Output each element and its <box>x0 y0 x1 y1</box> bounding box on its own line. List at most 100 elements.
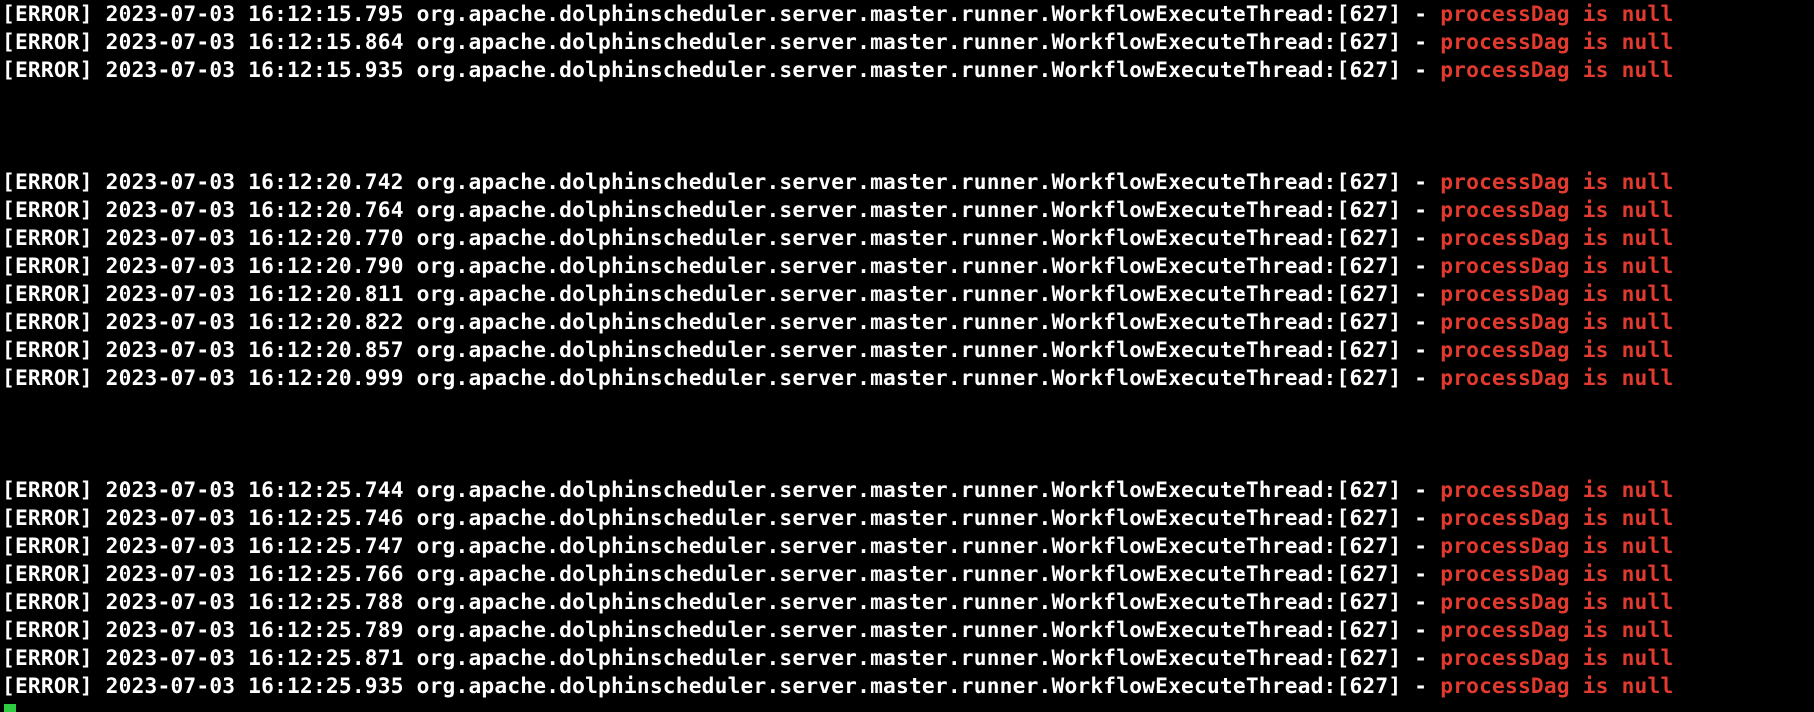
blank-gap <box>2 84 1812 168</box>
log-message: processDag is null <box>1440 505 1673 530</box>
log-timestamp: 2023-07-03 16:12:25.789 <box>106 617 404 642</box>
log-line: [ERROR] 2023-07-03 16:12:20.770 org.apac… <box>2 224 1812 252</box>
log-class: org.apache.dolphinscheduler.server.maste… <box>417 309 1402 334</box>
log-timestamp: 2023-07-03 16:12:25.746 <box>106 505 404 530</box>
log-message: processDag is null <box>1440 561 1673 586</box>
log-line: [ERROR] 2023-07-03 16:12:20.811 org.apac… <box>2 280 1812 308</box>
log-message: processDag is null <box>1440 281 1673 306</box>
log-separator: - <box>1414 225 1427 250</box>
log-line: [ERROR] 2023-07-03 16:12:15.864 org.apac… <box>2 28 1812 56</box>
log-class: org.apache.dolphinscheduler.server.maste… <box>417 57 1402 82</box>
log-message: processDag is null <box>1440 169 1673 194</box>
log-message: processDag is null <box>1440 197 1673 222</box>
log-separator: - <box>1414 561 1427 586</box>
log-level: [ERROR] <box>2 477 93 502</box>
log-class: org.apache.dolphinscheduler.server.maste… <box>417 1 1402 26</box>
log-class: org.apache.dolphinscheduler.server.maste… <box>417 225 1402 250</box>
log-timestamp: 2023-07-03 16:12:25.766 <box>106 561 404 586</box>
log-separator: - <box>1414 253 1427 278</box>
log-class: org.apache.dolphinscheduler.server.maste… <box>417 589 1402 614</box>
log-separator: - <box>1414 309 1427 334</box>
log-separator: - <box>1414 589 1427 614</box>
log-separator: - <box>1414 645 1427 670</box>
log-message: processDag is null <box>1440 337 1673 362</box>
log-class: org.apache.dolphinscheduler.server.maste… <box>417 617 1402 642</box>
log-separator: - <box>1414 29 1427 54</box>
log-level: [ERROR] <box>2 225 93 250</box>
log-level: [ERROR] <box>2 645 93 670</box>
log-timestamp: 2023-07-03 16:12:20.857 <box>106 337 404 362</box>
log-message: processDag is null <box>1440 617 1673 642</box>
log-class: org.apache.dolphinscheduler.server.maste… <box>417 505 1402 530</box>
log-line: [ERROR] 2023-07-03 16:12:25.789 org.apac… <box>2 616 1812 644</box>
log-separator: - <box>1414 673 1427 698</box>
log-level: [ERROR] <box>2 505 93 530</box>
log-message: processDag is null <box>1440 645 1673 670</box>
log-level: [ERROR] <box>2 1 93 26</box>
log-line: [ERROR] 2023-07-03 16:12:20.822 org.apac… <box>2 308 1812 336</box>
log-line: [ERROR] 2023-07-03 16:12:25.766 org.apac… <box>2 560 1812 588</box>
log-class: org.apache.dolphinscheduler.server.maste… <box>417 169 1402 194</box>
log-line: [ERROR] 2023-07-03 16:12:20.790 org.apac… <box>2 252 1812 280</box>
log-message: processDag is null <box>1440 365 1673 390</box>
log-line: [ERROR] 2023-07-03 16:12:25.747 org.apac… <box>2 532 1812 560</box>
log-line: [ERROR] 2023-07-03 16:12:20.999 org.apac… <box>2 364 1812 392</box>
log-timestamp: 2023-07-03 16:12:20.822 <box>106 309 404 334</box>
log-level: [ERROR] <box>2 589 93 614</box>
log-separator: - <box>1414 617 1427 642</box>
log-level: [ERROR] <box>2 169 93 194</box>
log-level: [ERROR] <box>2 197 93 222</box>
log-message: processDag is null <box>1440 57 1673 82</box>
log-line: [ERROR] 2023-07-03 16:12:25.935 org.apac… <box>2 672 1812 700</box>
log-message: processDag is null <box>1440 533 1673 558</box>
log-class: org.apache.dolphinscheduler.server.maste… <box>417 281 1402 306</box>
log-level: [ERROR] <box>2 337 93 362</box>
log-separator: - <box>1414 57 1427 82</box>
log-timestamp: 2023-07-03 16:12:20.790 <box>106 253 404 278</box>
log-line: [ERROR] 2023-07-03 16:12:20.764 org.apac… <box>2 196 1812 224</box>
log-line: [ERROR] 2023-07-03 16:12:25.788 org.apac… <box>2 588 1812 616</box>
log-message: processDag is null <box>1440 477 1673 502</box>
log-line: [ERROR] 2023-07-03 16:12:15.795 org.apac… <box>2 0 1812 28</box>
log-class: org.apache.dolphinscheduler.server.maste… <box>417 477 1402 502</box>
log-separator: - <box>1414 337 1427 362</box>
log-class: org.apache.dolphinscheduler.server.maste… <box>417 673 1402 698</box>
log-timestamp: 2023-07-03 16:12:20.999 <box>106 365 404 390</box>
log-timestamp: 2023-07-03 16:12:25.744 <box>106 477 404 502</box>
log-level: [ERROR] <box>2 309 93 334</box>
log-level: [ERROR] <box>2 253 93 278</box>
log-timestamp: 2023-07-03 16:12:25.788 <box>106 589 404 614</box>
log-line: [ERROR] 2023-07-03 16:12:20.742 org.apac… <box>2 168 1812 196</box>
cursor-icon <box>4 704 16 712</box>
log-separator: - <box>1414 197 1427 222</box>
log-timestamp: 2023-07-03 16:12:25.747 <box>106 533 404 558</box>
log-level: [ERROR] <box>2 673 93 698</box>
log-level: [ERROR] <box>2 533 93 558</box>
log-timestamp: 2023-07-03 16:12:15.795 <box>106 1 404 26</box>
log-separator: - <box>1414 1 1427 26</box>
log-level: [ERROR] <box>2 29 93 54</box>
log-timestamp: 2023-07-03 16:12:20.770 <box>106 225 404 250</box>
log-message: processDag is null <box>1440 673 1673 698</box>
log-timestamp: 2023-07-03 16:12:15.935 <box>106 57 404 82</box>
blank-gap <box>2 392 1812 476</box>
log-message: processDag is null <box>1440 225 1673 250</box>
log-line: [ERROR] 2023-07-03 16:12:25.744 org.apac… <box>2 476 1812 504</box>
log-timestamp: 2023-07-03 16:12:20.811 <box>106 281 404 306</box>
log-timestamp: 2023-07-03 16:12:20.742 <box>106 169 404 194</box>
log-class: org.apache.dolphinscheduler.server.maste… <box>417 197 1402 222</box>
log-class: org.apache.dolphinscheduler.server.maste… <box>417 533 1402 558</box>
terminal-output[interactable]: [ERROR] 2023-07-03 16:12:15.795 org.apac… <box>0 0 1814 712</box>
log-timestamp: 2023-07-03 16:12:25.935 <box>106 673 404 698</box>
log-line: [ERROR] 2023-07-03 16:12:25.871 org.apac… <box>2 644 1812 672</box>
cursor-line <box>2 700 1812 712</box>
log-class: org.apache.dolphinscheduler.server.maste… <box>417 253 1402 278</box>
log-message: processDag is null <box>1440 253 1673 278</box>
log-level: [ERROR] <box>2 281 93 306</box>
log-separator: - <box>1414 505 1427 530</box>
log-class: org.apache.dolphinscheduler.server.maste… <box>417 337 1402 362</box>
log-class: org.apache.dolphinscheduler.server.maste… <box>417 645 1402 670</box>
log-line: [ERROR] 2023-07-03 16:12:15.935 org.apac… <box>2 56 1812 84</box>
log-level: [ERROR] <box>2 561 93 586</box>
log-class: org.apache.dolphinscheduler.server.maste… <box>417 365 1402 390</box>
